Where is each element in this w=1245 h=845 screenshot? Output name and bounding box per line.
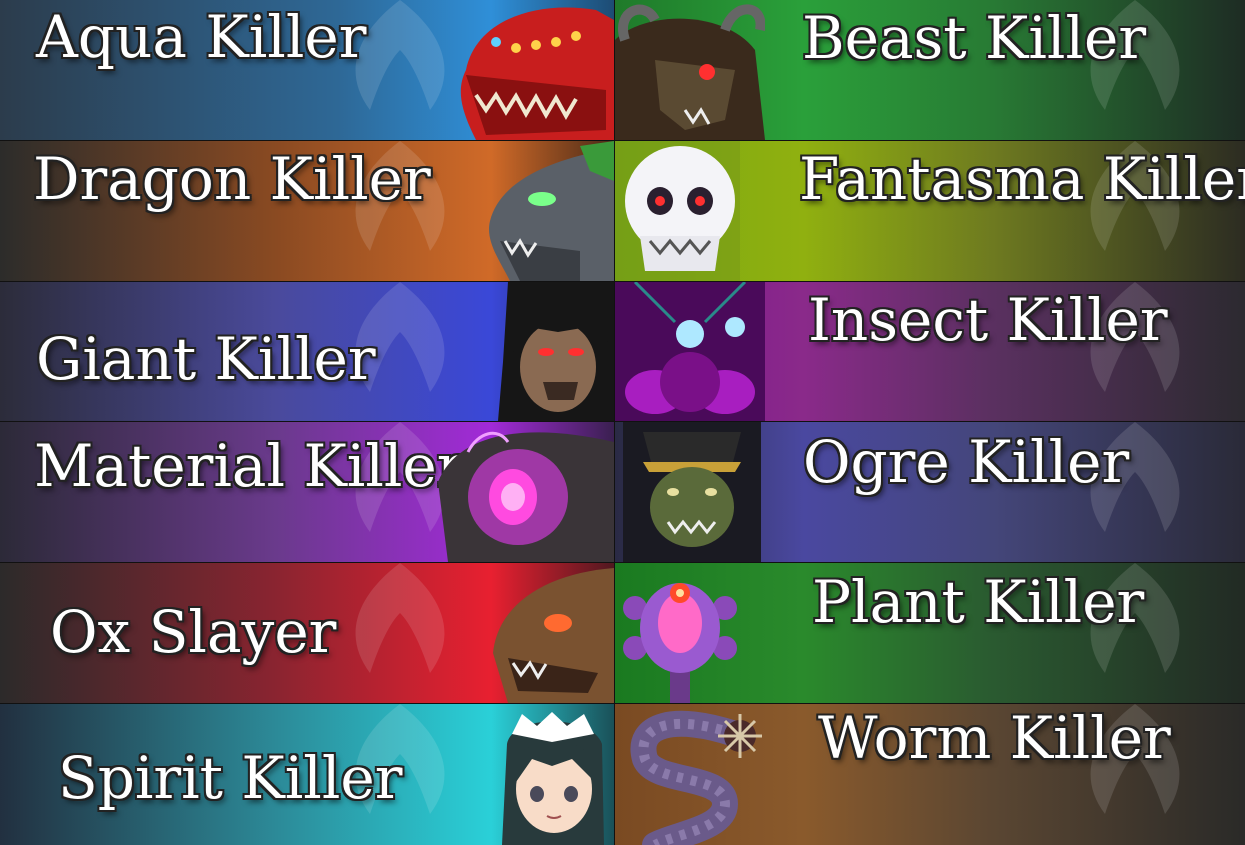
banner-label: Insect Killer [808,286,1168,354]
green-ogre-icon [623,422,761,562]
horned-goat-beast-icon [615,4,765,140]
banner-label: Spirit Killer [58,744,403,812]
banner-label: Dragon Killer [33,145,431,213]
banner-label: Ox Slayer [50,598,337,666]
banner-aqua-killer: Aqua Killer [0,0,614,140]
maid-girl-icon [502,712,604,845]
dark-haired-giant-icon [498,282,614,421]
banner-ogre-killer: Ogre Killer [615,422,1245,562]
banner-label: Beast Killer [802,4,1147,72]
banner-material-killer: Material Killer [0,422,614,562]
banner-spirit-killer: Spirit Killer [0,704,614,845]
banner-dragon-killer: Dragon Killer [0,141,614,281]
banner-beast-killer: Beast Killer [615,0,1245,140]
grey-dragon-head-icon [489,141,614,281]
banner-label: Material Killer [34,432,465,500]
banner-label: Worm Killer [818,704,1171,772]
banner-label: Aqua Killer [36,3,367,71]
brown-ox-beast-icon [493,568,614,703]
red-fish-monster-icon [460,7,614,140]
purple-spiked-worm-icon [630,710,762,845]
banner-worm-killer: Worm Killer [615,704,1245,845]
white-skull-icon [615,141,740,281]
purple-flower-plant-icon [623,583,737,703]
banner-fantasma-killer: Fantasma Killer [615,141,1245,281]
purple-moth-icon [615,282,765,421]
banner-giant-killer: Giant Killer [0,282,614,421]
banner-plant-killer: Plant Killer [615,563,1245,703]
banner-insect-killer: Insect Killer [615,282,1245,421]
banner-label: Fantasma Killer [799,145,1245,213]
banner-label: Giant Killer [36,325,376,393]
banner-label: Ogre Killer [803,428,1130,496]
banner-label: Plant Killer [812,568,1145,636]
pink-glowing-golem-icon [438,431,614,562]
banner-ox-slayer: Ox Slayer [0,563,614,703]
